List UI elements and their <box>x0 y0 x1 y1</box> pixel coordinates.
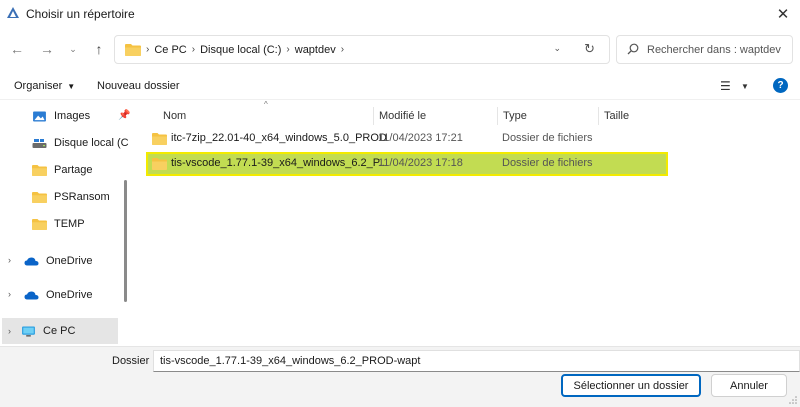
sidebar-item-partage[interactable]: Partage <box>32 157 93 183</box>
onedrive-icon <box>24 291 39 299</box>
sidebar-item-label: Disque local (C <box>54 137 129 149</box>
title-bar: Choisir un répertoire ✕ <box>0 0 800 28</box>
folder-name-input[interactable] <box>153 350 800 372</box>
close-icon: ✕ <box>776 6 790 23</box>
folder-icon <box>125 43 141 56</box>
file-list: ^ Nom Modifié le Type Taille itc-7zip_22… <box>134 100 800 346</box>
sidebar-item-label: Ce PC <box>43 325 76 337</box>
organiser-label: Organiser <box>14 80 63 92</box>
select-folder-button[interactable]: Sélectionner un dossier <box>561 374 701 397</box>
chevron-right-icon[interactable]: › <box>286 44 289 55</box>
sidebar-item-onedrive[interactable]: OneDrive <box>24 248 92 274</box>
onedrive-icon <box>24 257 39 265</box>
sidebar-item-disque-local[interactable]: Disque local (C <box>32 130 129 156</box>
sidebar-scrollbar[interactable] <box>124 180 127 302</box>
folder-icon <box>152 158 167 170</box>
help-icon[interactable]: ? <box>773 78 788 93</box>
folder-icon <box>152 133 167 145</box>
address-bar[interactable]: › Ce PC › Disque local (C:) › waptdev › … <box>114 35 610 64</box>
chevron-down-icon: ⌄ <box>69 43 77 54</box>
column-header-modifie[interactable]: Modifié le <box>373 107 497 125</box>
chevron-right-icon[interactable]: › <box>192 44 195 55</box>
recent-locations-button[interactable]: ⌄ <box>64 40 82 58</box>
file-modified: 11/04/2023 17:21 <box>378 132 463 144</box>
sidebar-item-label: TEMP <box>54 218 85 230</box>
column-header-type[interactable]: Type <box>497 107 598 125</box>
list-item-selected[interactable]: tis-vscode_1.77.1-39_x64_windows_6.2_P..… <box>146 152 668 176</box>
view-options-icon[interactable]: ☰ <box>720 79 731 93</box>
caret-down-icon[interactable]: ▼ <box>741 82 749 91</box>
folder-field-label: Dossier : <box>112 355 156 367</box>
chevron-right-icon: › <box>8 326 11 336</box>
caret-down-icon: ▼ <box>67 82 76 91</box>
search-box[interactable] <box>616 35 793 64</box>
window-title: Choisir un répertoire <box>26 7 135 21</box>
sidebar-item-label: PSRansom <box>54 191 110 203</box>
sidebar-item-onedrive-2[interactable]: OneDrive <box>24 282 92 308</box>
chevron-right-icon[interactable]: › <box>341 44 344 55</box>
sidebar-item-label: Images <box>54 110 91 122</box>
chevron-right-icon[interactable]: › <box>8 255 11 265</box>
file-name: tis-vscode_1.77.1-39_x64_windows_6.2_P..… <box>171 157 388 169</box>
pc-icon <box>22 325 35 337</box>
toolbar: Organiser ▼ Nouveau dossier ☰ ▼ ? <box>0 72 800 100</box>
navigation-pane: Images 📌 Disque local (C Partage PSRanso… <box>0 100 132 346</box>
sidebar-item-temp[interactable]: TEMP <box>32 211 85 237</box>
arrow-up-icon: ↑ <box>95 41 103 57</box>
app-icon <box>7 7 19 18</box>
breadcrumb-waptdev[interactable]: waptdev <box>295 44 336 56</box>
column-header-nom[interactable]: Nom <box>158 107 373 125</box>
chevron-right-icon: › <box>146 44 150 55</box>
arrow-right-icon: → <box>40 41 54 57</box>
new-folder-button[interactable]: Nouveau dossier <box>97 80 180 92</box>
address-row: ← → ⌄ ↑ › Ce PC › Disque local (C:) › wa… <box>0 28 800 70</box>
drive-icon <box>32 138 47 148</box>
back-button[interactable]: ← <box>8 40 26 58</box>
dialog-footer: Dossier : Sélectionner un dossier Annule… <box>0 346 800 407</box>
file-type: Dossier de fichiers <box>502 132 593 144</box>
file-modified: 11/04/2023 17:18 <box>378 157 463 169</box>
search-input[interactable] <box>647 41 789 59</box>
file-type: Dossier de fichiers <box>502 157 593 169</box>
address-history-dropdown[interactable]: ⌄ <box>553 43 561 54</box>
sidebar-item-label: OneDrive <box>46 255 93 267</box>
folder-icon <box>32 218 47 230</box>
sidebar-item-ce-pc[interactable]: › Ce PC <box>2 318 118 344</box>
breadcrumb-ce-pc[interactable]: Ce PC <box>154 44 186 56</box>
up-button[interactable]: ↑ <box>90 40 108 58</box>
file-name: itc-7zip_22.01-40_x64_windows_5.0_PROD <box>171 132 387 144</box>
sidebar-item-label: Partage <box>54 164 93 176</box>
sidebar-item-label: OneDrive <box>46 289 93 301</box>
column-header-taille[interactable]: Taille <box>598 107 668 125</box>
close-button[interactable]: ✕ <box>766 0 800 28</box>
folder-icon <box>32 164 47 176</box>
images-icon <box>33 110 46 122</box>
search-icon <box>627 43 639 55</box>
cancel-button[interactable]: Annuler <box>711 374 787 397</box>
resize-grip-icon[interactable] <box>789 396 797 404</box>
sidebar-item-images[interactable]: Images <box>32 103 90 129</box>
arrow-left-icon: ← <box>10 41 24 57</box>
sidebar-item-psransom[interactable]: PSRansom <box>32 184 110 210</box>
list-item[interactable]: itc-7zip_22.01-40_x64_windows_5.0_PROD 1… <box>146 127 668 151</box>
organiser-button[interactable]: Organiser ▼ <box>14 80 75 92</box>
pin-icon[interactable]: 📌 <box>118 110 130 121</box>
refresh-icon[interactable]: ↻ <box>584 41 595 57</box>
folder-icon <box>32 191 47 203</box>
forward-button[interactable]: → <box>38 40 56 58</box>
chevron-right-icon[interactable]: › <box>8 289 11 299</box>
breadcrumb-disque-local[interactable]: Disque local (C:) <box>200 44 281 56</box>
